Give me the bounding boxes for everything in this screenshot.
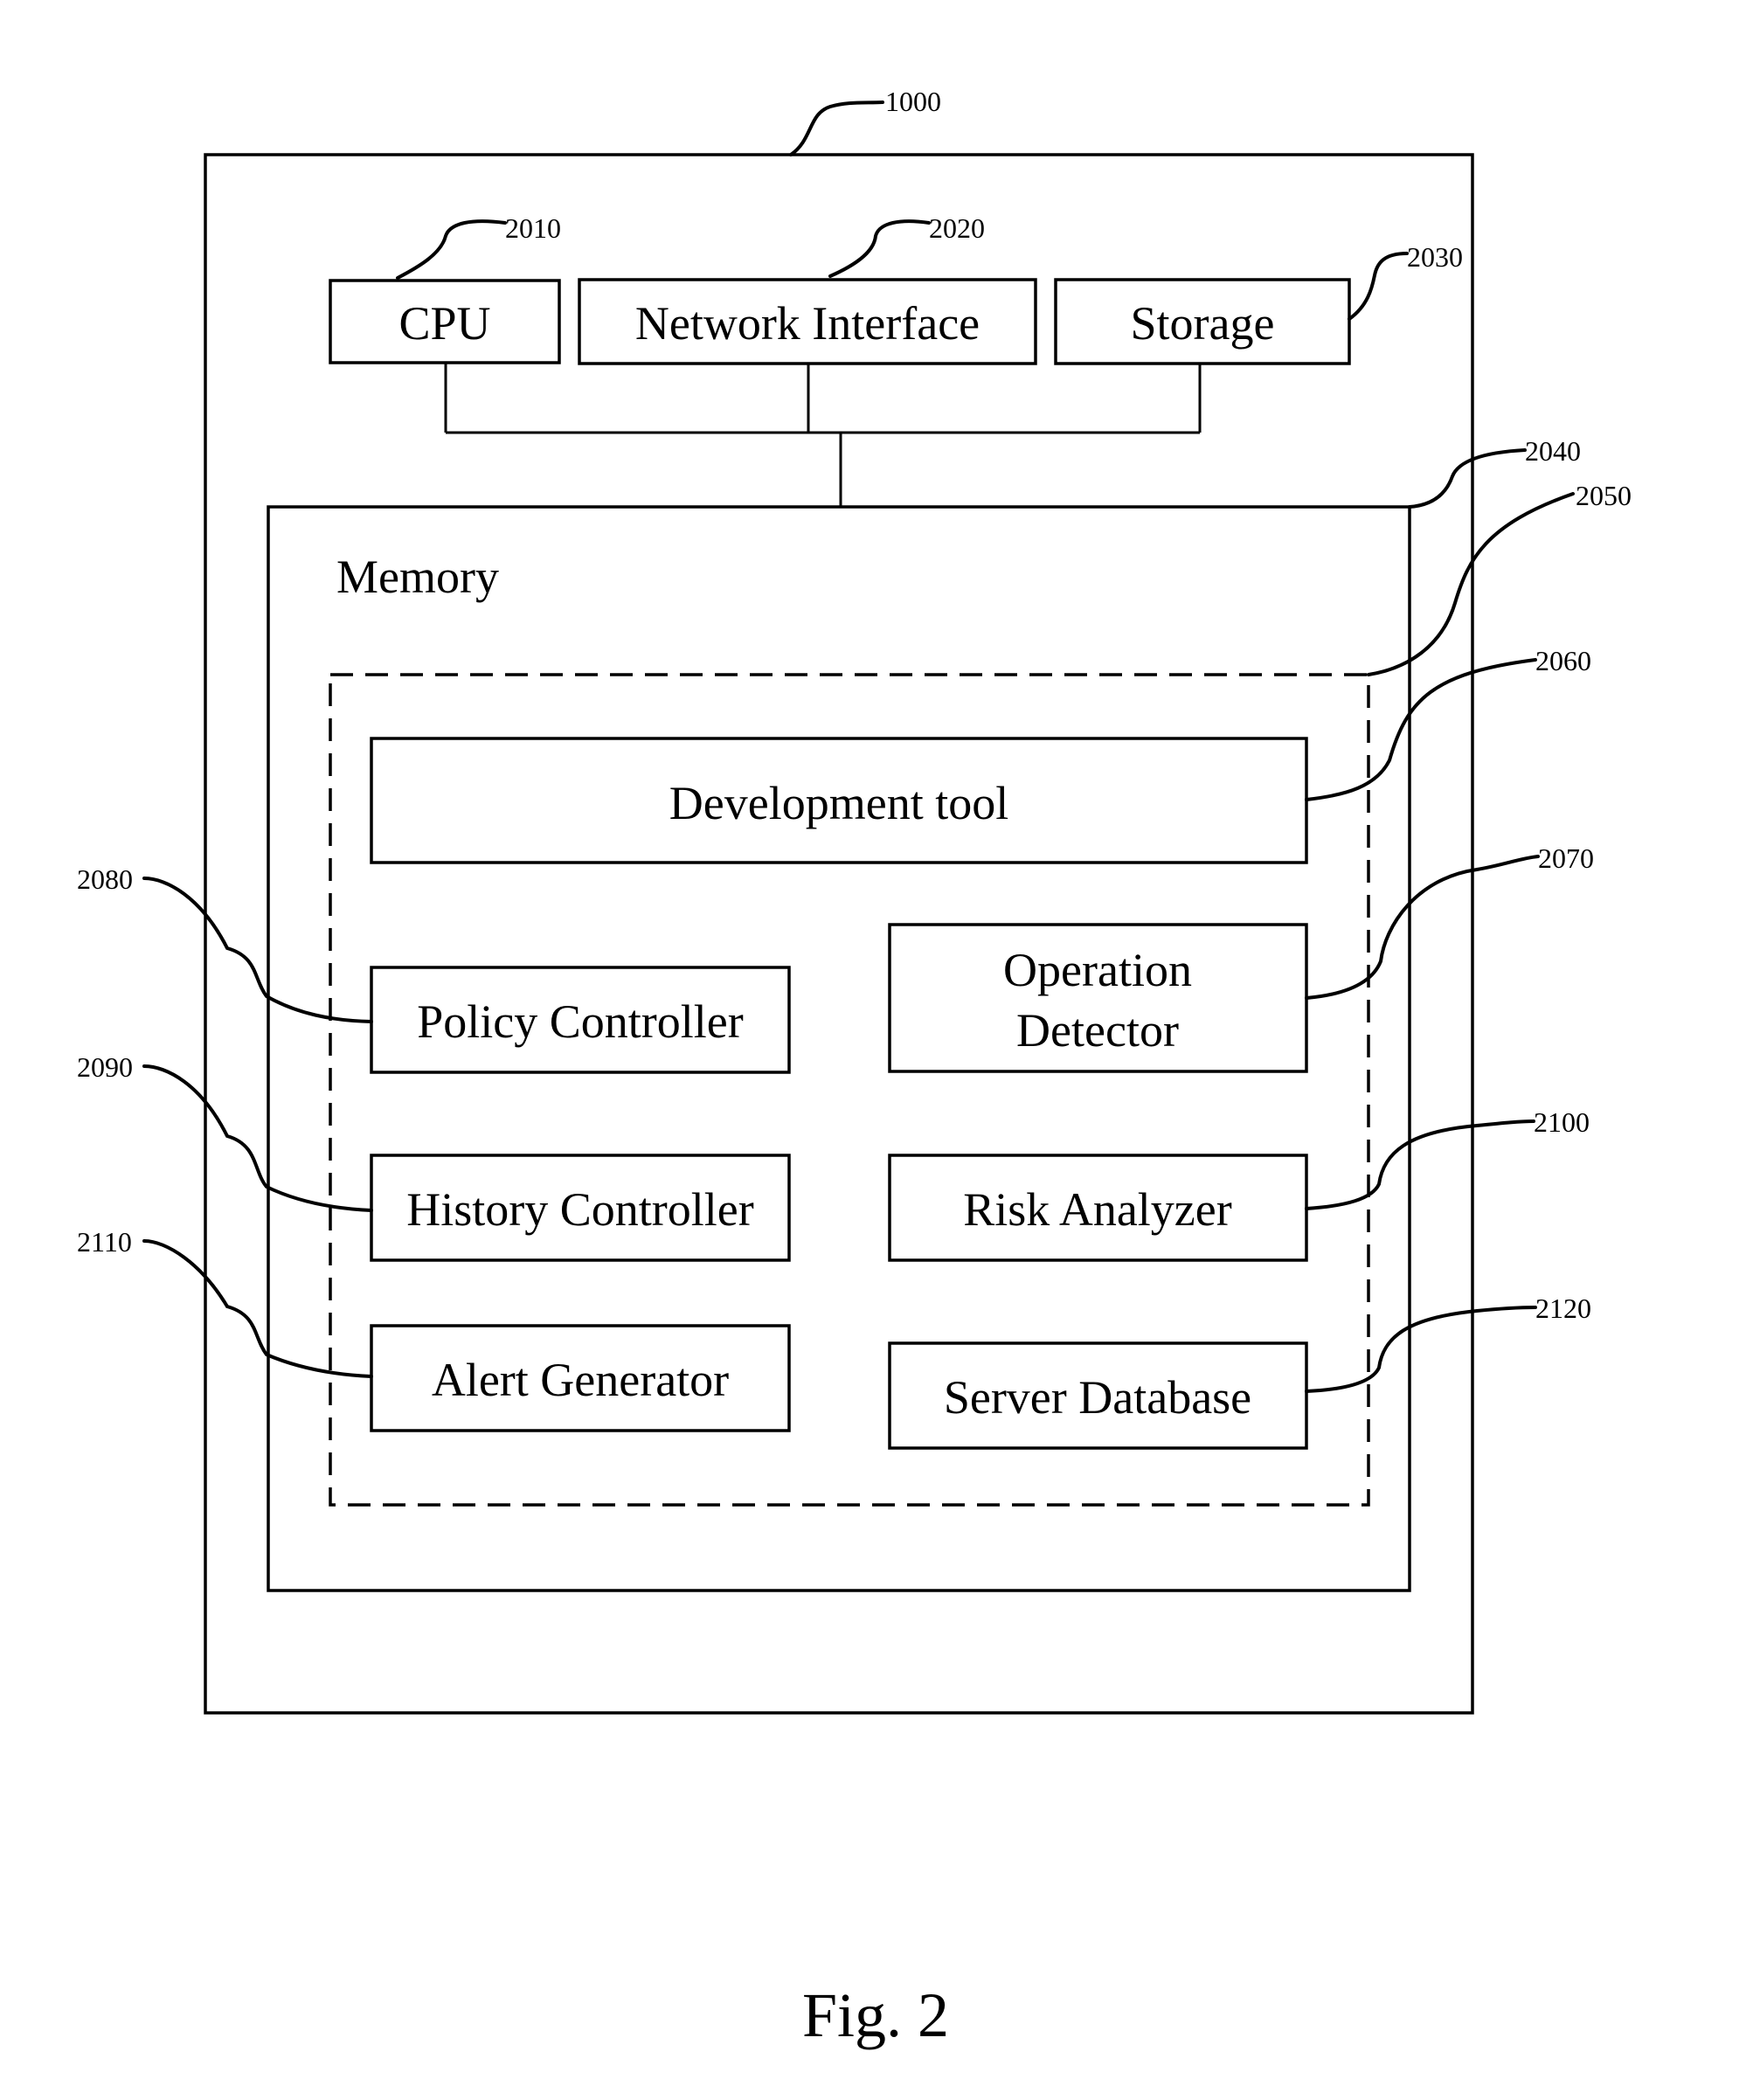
operation-detector-label-line1: Operation xyxy=(1003,944,1192,996)
history-controller-label: History Controller xyxy=(406,1183,753,1236)
storage-ref-label: 2030 xyxy=(1407,241,1463,273)
network-interface-label: Network Interface xyxy=(635,297,980,350)
program-ref-label: 2050 xyxy=(1576,480,1632,511)
risk-analyzer-label: Risk Analyzer xyxy=(963,1183,1231,1236)
risk-analyzer-ref-label: 2100 xyxy=(1534,1106,1590,1138)
policy-controller-leader-line xyxy=(142,877,373,1023)
development-tool-ref-label: 2060 xyxy=(1535,645,1591,676)
operation-detector-leader-line xyxy=(1305,855,1540,1000)
storage-leader-line xyxy=(1348,252,1409,321)
development-tool-leader-line xyxy=(1305,658,1537,801)
history-controller-leader-line xyxy=(142,1064,373,1212)
risk-analyzer-leader-line xyxy=(1305,1119,1535,1210)
figure-caption: Fig. 2 xyxy=(802,1980,949,2050)
cpu-leader-line xyxy=(396,219,507,280)
history-controller-ref-label: 2090 xyxy=(77,1051,133,1083)
memory-ref-label: 2040 xyxy=(1525,435,1581,467)
network-interface-leader-line xyxy=(828,219,931,278)
operation-detector-label-line2: Detector xyxy=(1016,1004,1179,1057)
cpu-label: CPU xyxy=(398,297,490,350)
server-database-label: Server Database xyxy=(944,1371,1251,1424)
system-ref-label: 1000 xyxy=(885,86,941,117)
operation-detector-ref-label: 2070 xyxy=(1538,842,1594,874)
alert-generator-label: Alert Generator xyxy=(432,1354,729,1406)
alert-generator-leader-line xyxy=(142,1239,373,1378)
storage-label: Storage xyxy=(1131,297,1275,350)
development-tool-label: Development tool xyxy=(669,777,1008,829)
memory-leader-line xyxy=(1408,448,1527,509)
policy-controller-ref-label: 2080 xyxy=(77,863,133,895)
system-bus xyxy=(444,364,1202,507)
server-database-leader-line xyxy=(1305,1306,1537,1393)
policy-controller-label: Policy Controller xyxy=(417,995,743,1048)
network-interface-ref-label: 2020 xyxy=(929,212,985,244)
cpu-ref-label: 2010 xyxy=(505,212,561,244)
alert-generator-ref-label: 2110 xyxy=(77,1226,132,1258)
system-leader-line xyxy=(789,100,884,156)
memory-label: Memory xyxy=(336,551,499,603)
system-block-diagram: 1000 CPU 2010 Network Interface 2020 Sto… xyxy=(77,86,1632,2050)
server-database-ref-label: 2120 xyxy=(1535,1293,1591,1324)
